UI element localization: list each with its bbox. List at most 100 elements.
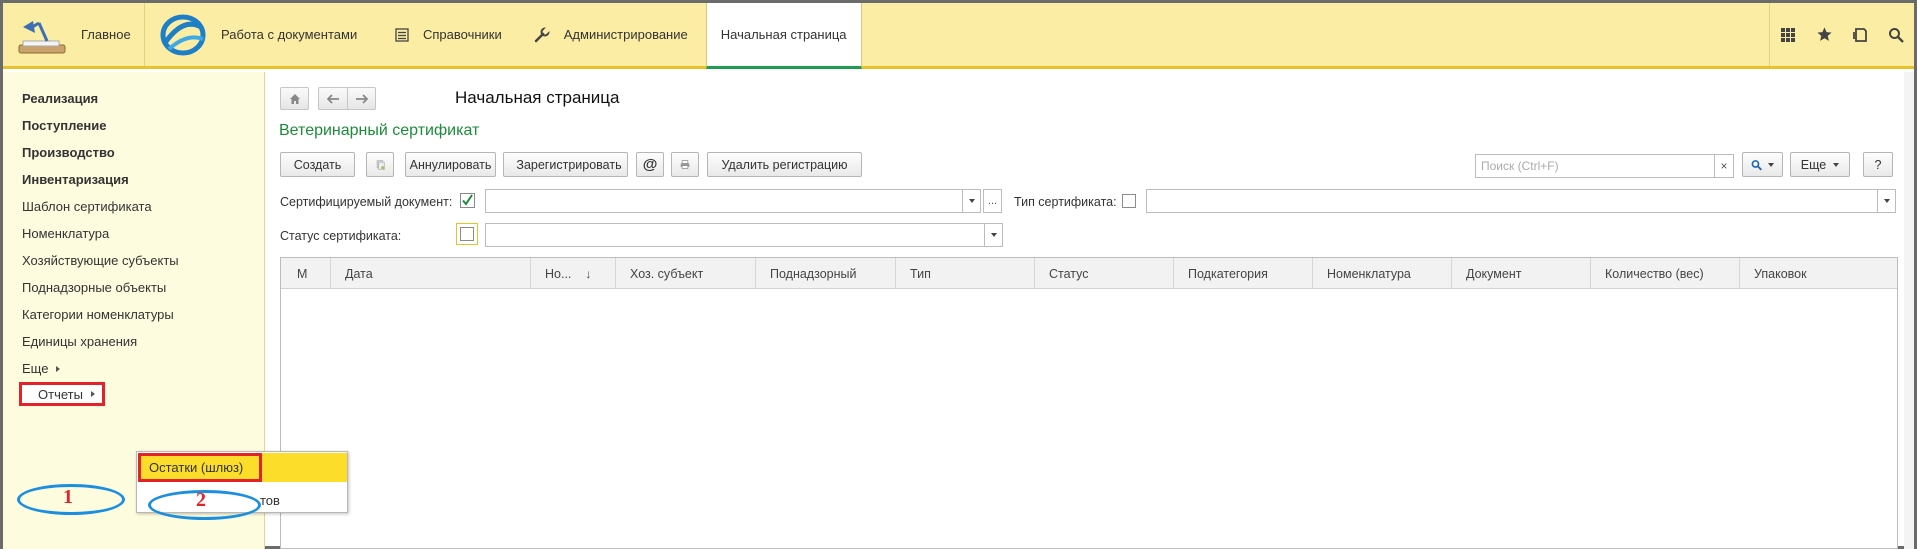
search-icon xyxy=(1889,27,1904,43)
sidebar-item-cert-template[interactable]: Шаблон сертификата xyxy=(22,199,152,214)
apps-grid-button[interactable] xyxy=(1770,3,1806,66)
sidebar-item-receipts[interactable]: Поступление xyxy=(22,118,107,133)
email-button[interactable]: @ xyxy=(636,152,664,177)
cert-type-field[interactable] xyxy=(1146,189,1878,213)
cert-status-checkbox[interactable] xyxy=(456,223,478,245)
sidebar-item-inventory[interactable]: Инвентаризация xyxy=(22,172,129,187)
cert-type-dropdown[interactable] xyxy=(1877,189,1896,213)
register-button[interactable]: Зарегистрировать xyxy=(503,152,628,177)
column-header-type[interactable]: Тип xyxy=(896,258,1035,289)
top-right-tools xyxy=(1769,3,1914,66)
submenu-item-second[interactable]: тов xyxy=(260,493,280,508)
home-icon xyxy=(289,93,300,104)
column-header-business-entity[interactable]: Хоз. субъект xyxy=(616,258,756,289)
copy-document-icon xyxy=(376,159,385,170)
copy-button[interactable] xyxy=(366,152,394,177)
section-references[interactable]: Справочники xyxy=(375,3,520,66)
sidebar-reports-button[interactable]: Отчеты xyxy=(19,382,105,406)
chevron-down-icon xyxy=(1768,162,1774,167)
sidebar-more-label: Еще xyxy=(22,361,49,376)
column-header-status[interactable]: Статус xyxy=(1035,258,1174,289)
favorites-button[interactable] xyxy=(1806,3,1842,66)
chevron-down-icon xyxy=(1883,199,1890,203)
wrench-icon xyxy=(534,26,550,43)
sidebar-item-production[interactable]: Производство xyxy=(22,145,115,160)
desk-lamp-icon xyxy=(17,13,67,57)
sidebar-item-nomenclature[interactable]: Номенклатура xyxy=(22,226,109,241)
cert-type-label: Тип сертификата: xyxy=(1014,195,1117,209)
annotation-number-1: 1 xyxy=(63,486,73,508)
submenu-item-balances-gateway[interactable]: Остатки (шлюз) xyxy=(138,453,262,482)
register-button-label: Зарегистрировать xyxy=(516,157,622,172)
table-header: М Дата Но... ↓ Хоз. субъект Поднадзорный… xyxy=(281,258,1897,289)
list-icon xyxy=(395,27,409,42)
cert-status-label: Статус сертификата: xyxy=(280,229,402,243)
chevron-down-icon xyxy=(1833,162,1840,167)
sidebar-item-supervised-objects[interactable]: Поднадзорные объекты xyxy=(22,280,166,295)
print-button[interactable] xyxy=(671,152,699,177)
more-actions-button[interactable]: Еще xyxy=(1790,152,1850,177)
tab-start-page[interactable]: Начальная страница xyxy=(705,3,862,69)
cert-status-field[interactable] xyxy=(485,223,985,247)
column-header-packages[interactable]: Упаковок xyxy=(1740,258,1897,289)
history-icon xyxy=(1853,27,1867,42)
cert-type-checkbox[interactable] xyxy=(1122,194,1136,208)
global-search-button[interactable] xyxy=(1878,3,1914,66)
cert-status-dropdown[interactable] xyxy=(984,223,1003,247)
triangle-right-icon xyxy=(90,391,95,397)
search-input[interactable]: Поиск (Ctrl+F) xyxy=(1475,154,1715,178)
search-options-button[interactable] xyxy=(1742,152,1783,177)
column-header-document[interactable]: Документ xyxy=(1452,258,1591,289)
page-title: Начальная страница xyxy=(455,88,620,107)
column-header-subcategory[interactable]: Подкатегория xyxy=(1174,258,1313,289)
main-content: Начальная страница Ветеринарный сертифик… xyxy=(266,72,1914,549)
arrow-right-icon xyxy=(356,93,368,104)
cert-doc-checkbox[interactable] xyxy=(460,193,475,208)
printer-icon xyxy=(680,160,690,169)
main-scrollbar[interactable] xyxy=(1904,72,1914,549)
apps-grid-icon xyxy=(1781,27,1795,42)
back-nav-button[interactable] xyxy=(318,87,347,110)
annul-button[interactable]: Аннулировать xyxy=(405,152,496,177)
search-icon xyxy=(1751,159,1762,170)
chevron-down-icon xyxy=(968,199,975,203)
sidebar-reports-label: Отчеты xyxy=(38,386,83,402)
certificates-table: М Дата Но... ↓ Хоз. субъект Поднадзорный… xyxy=(280,257,1898,549)
create-button[interactable]: Создать xyxy=(280,152,355,177)
cert-doc-select-button[interactable]: ... xyxy=(983,189,1002,213)
sidebar-item-nomenclature-categories[interactable]: Категории номенклатуры xyxy=(22,307,174,322)
history-button[interactable] xyxy=(1842,3,1878,66)
search-clear-button[interactable]: × xyxy=(1715,154,1734,178)
form-title: Ветеринарный сертификат xyxy=(279,122,480,139)
top-section-bar: Главное Работа с документами Справочники xyxy=(3,3,1914,69)
column-header-nomenclature[interactable]: Номенклатура xyxy=(1313,258,1452,289)
home-nav-button[interactable] xyxy=(280,87,309,110)
cert-doc-dropdown[interactable] xyxy=(962,189,981,213)
vetis-logo-icon xyxy=(159,13,207,57)
sort-down-icon: ↓ xyxy=(585,266,592,281)
section-references-label: Справочники xyxy=(423,27,502,42)
arrow-left-icon xyxy=(326,93,339,104)
sidebar-item-business-entities[interactable]: Хозяйствующие субъекты xyxy=(22,253,179,268)
help-button[interactable]: ? xyxy=(1863,152,1893,177)
sidebar-item-sales[interactable]: Реализация xyxy=(22,91,98,106)
section-home[interactable]: Главное xyxy=(3,3,145,66)
checkmark-icon xyxy=(460,193,475,208)
more-actions-label: Еще xyxy=(1800,157,1827,172)
delete-registration-button[interactable]: Удалить регистрацию xyxy=(707,152,862,177)
section-documents[interactable]: Работа с документами xyxy=(145,3,375,66)
column-header-supervised[interactable]: Поднадзорный xyxy=(756,258,896,289)
cert-doc-label: Сертифицируемый документ: xyxy=(280,195,453,209)
cert-doc-field[interactable] xyxy=(485,189,963,213)
sidebar-item-storage-units[interactable]: Единицы хранения xyxy=(22,334,137,349)
forward-nav-button[interactable] xyxy=(347,87,376,110)
column-header-quantity[interactable]: Количество (вес) xyxy=(1591,258,1740,289)
column-header-number[interactable]: Но... ↓ xyxy=(531,258,616,289)
chevron-down-icon xyxy=(990,233,997,237)
column-header-m[interactable]: М xyxy=(281,258,331,289)
sidebar-more-button[interactable]: Еще xyxy=(22,361,61,376)
section-administration[interactable]: Администрирование xyxy=(520,3,706,66)
annotation-number-2: 2 xyxy=(196,489,206,511)
column-header-date[interactable]: Дата xyxy=(331,258,531,289)
tab-start-page-label: Начальная страница xyxy=(720,27,847,42)
